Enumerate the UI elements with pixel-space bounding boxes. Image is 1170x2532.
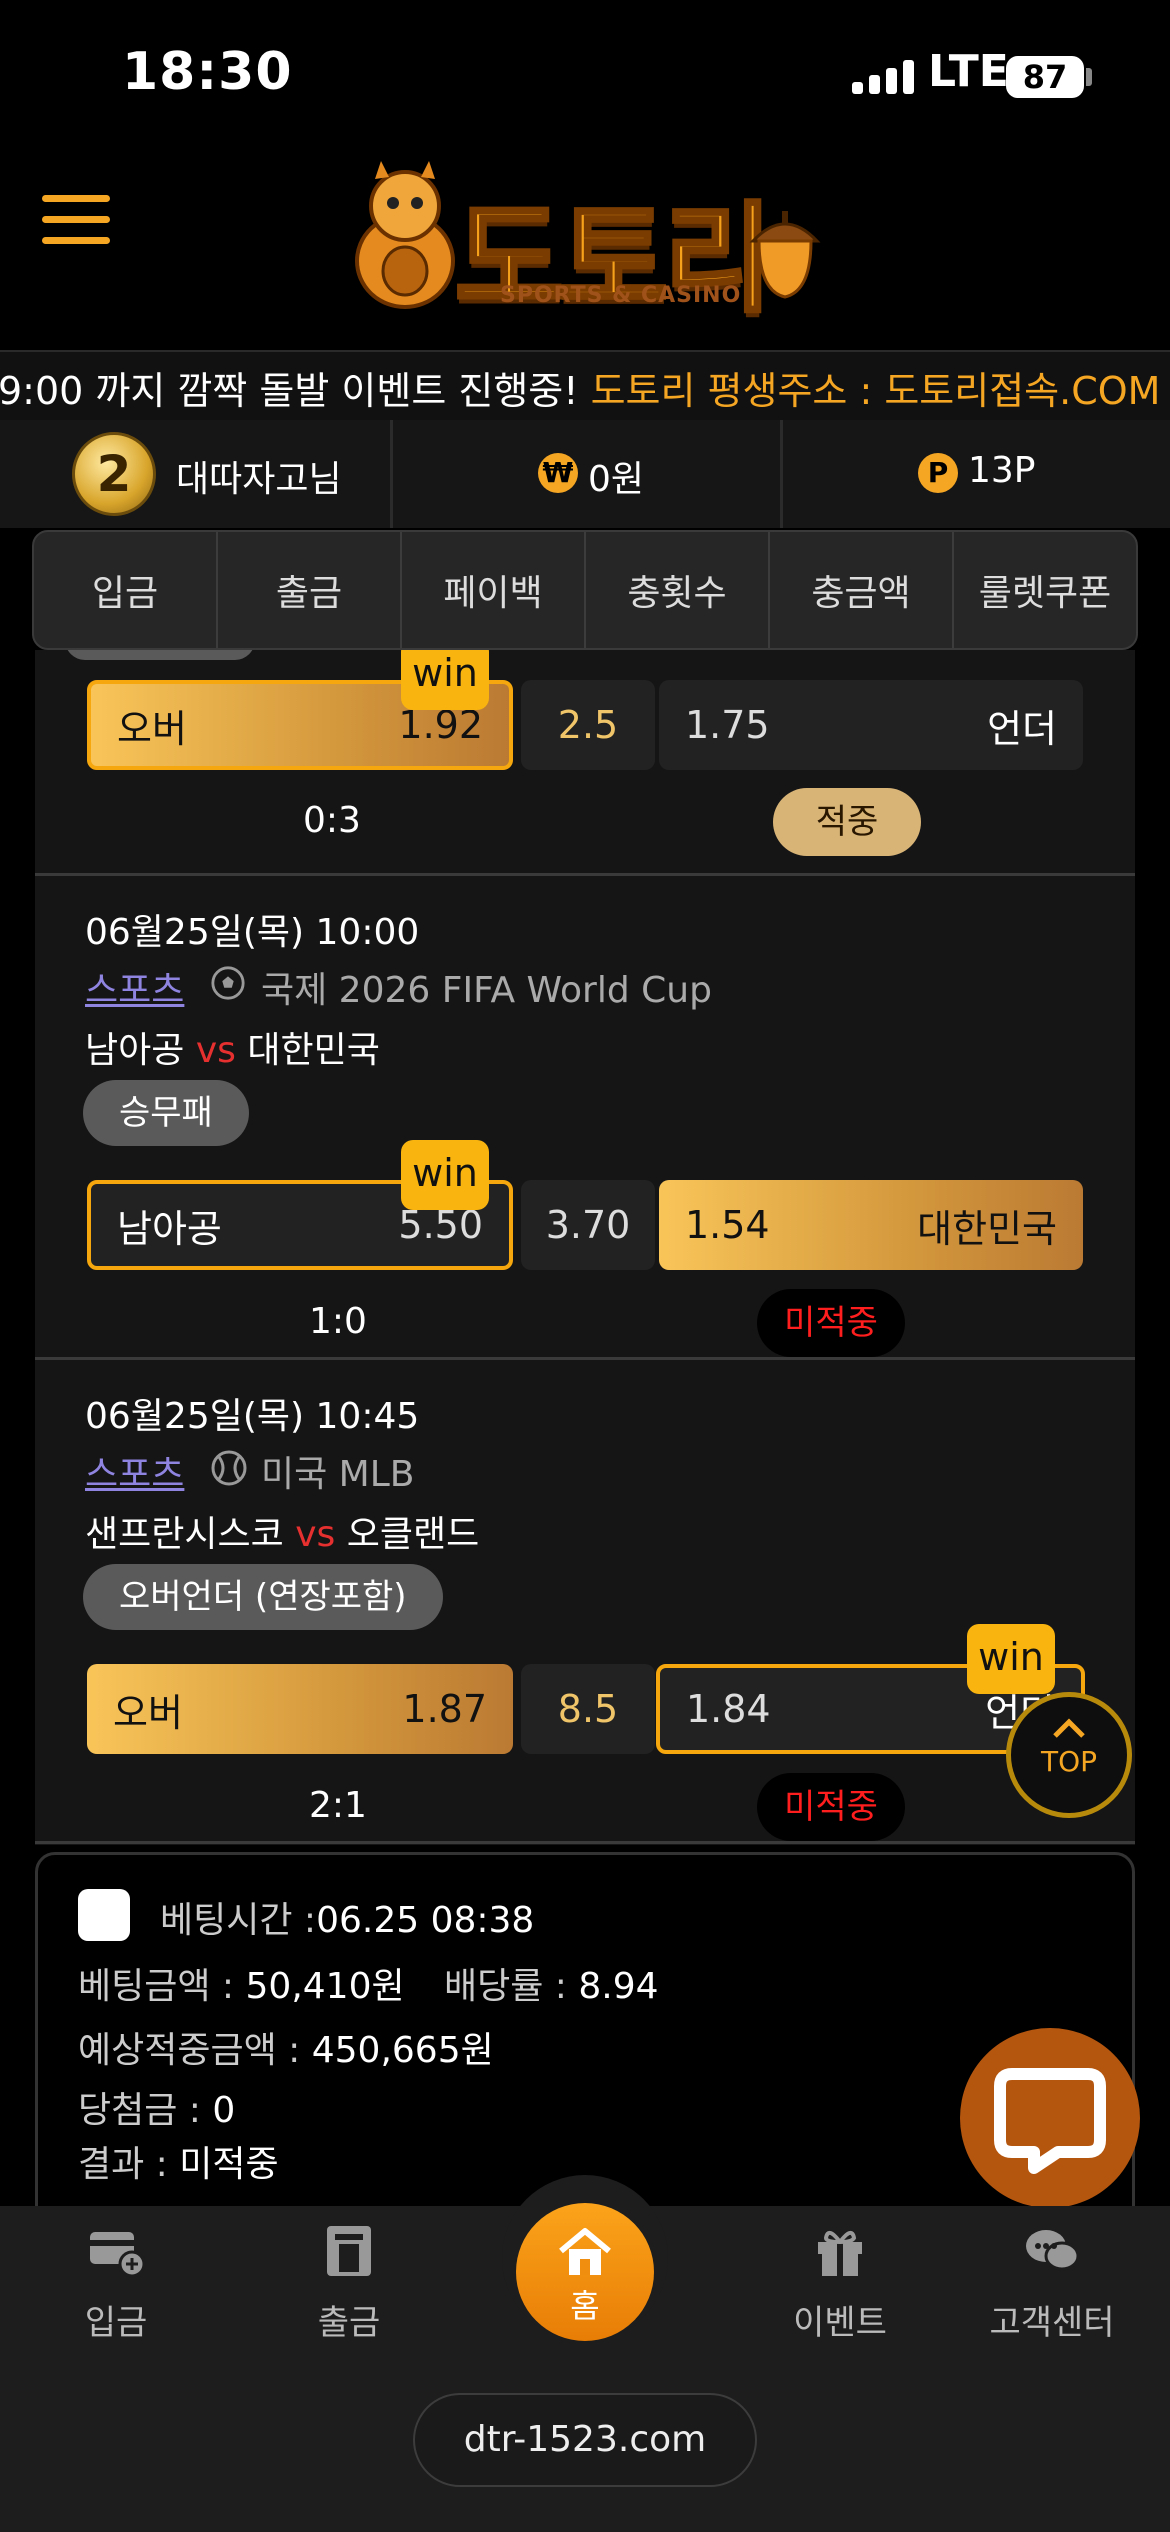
nav-withdraw[interactable]: 출금 xyxy=(259,2220,439,2344)
support-chat-icon xyxy=(1026,2230,1080,2271)
match-datetime: 06월25일(목) 10:00 xyxy=(85,912,420,953)
live-chat-button[interactable] xyxy=(960,2028,1140,2208)
acorn-icon xyxy=(749,211,821,299)
match-teams: 샌프란시스코 vs 오클랜드 xyxy=(85,1514,480,1555)
bet-rate: 배당률 : 8.94 xyxy=(444,1966,659,2007)
odds-draw[interactable]: 3.70 xyxy=(521,1180,655,1270)
match-score: 0:3 xyxy=(303,800,361,841)
league-name: 미국 MLB xyxy=(261,1454,415,1495)
tab-withdraw[interactable]: 출금 xyxy=(218,532,402,648)
user-nickname[interactable]: 대따자고님 xyxy=(176,450,342,502)
odds-away[interactable]: 1.75 언더 xyxy=(659,680,1083,770)
marquee-text: 9:00 까지 깜짝 돌발 이벤트 진행중! 도토리 평생주소 : 도토리접속.… xyxy=(0,369,1161,413)
match-datetime: 06월25일(목) 10:45 xyxy=(85,1396,420,1437)
atm-icon xyxy=(327,2226,371,2276)
category-link[interactable]: 스포츠 xyxy=(85,1445,184,1497)
tab-payback[interactable]: 페이백 xyxy=(402,532,586,648)
result-badge: 미적중 xyxy=(757,1289,905,1357)
nav-label: 출금 xyxy=(317,2303,381,2343)
nav-label: 이벤트 xyxy=(793,2303,887,2343)
point-balance[interactable]: 13P xyxy=(968,450,1036,491)
squirrel-icon xyxy=(355,161,455,309)
bet-amount: 베팅금액 : 50,410원 xyxy=(78,1966,405,2007)
status-time: 18:30 xyxy=(122,42,293,102)
bet-result: 결과 : 미적중 xyxy=(78,2144,279,2185)
bet-history-list: 오버 1.92 win 2.5 1.75 언더 0:3 적중 06월25일(목) 1… xyxy=(35,650,1135,1845)
bet-item: 06월25일(목) 10:00 스포츠 국제 2026 FIFA World C… xyxy=(35,873,1135,1360)
money-balance[interactable]: 0원 xyxy=(588,450,644,502)
nav-customer-center[interactable]: 고객센터 xyxy=(962,2220,1142,2344)
quick-menu-tabs: 입금 출금 페이백 충횟수 충금액 룰렛쿠폰 xyxy=(32,530,1138,650)
top-label: TOP xyxy=(1040,1745,1098,1778)
home-icon xyxy=(559,2228,611,2275)
nav-home[interactable]: 홈 xyxy=(516,2203,654,2341)
tab-deposit[interactable]: 입금 xyxy=(34,532,218,648)
notice-marquee: 9:00 까지 깜짝 돌발 이벤트 진행중! 도토리 평생주소 : 도토리접속.… xyxy=(0,350,1170,422)
battery-icon: 87 xyxy=(1006,56,1084,98)
bet-time: 베팅시간 :06.25 08:38 xyxy=(160,1900,535,1941)
odds-line[interactable]: 8.5 xyxy=(521,1664,655,1754)
match-score: 1:0 xyxy=(309,1301,367,1342)
logo-text: 도토리 xyxy=(453,188,775,330)
chevron-up-icon xyxy=(1053,1718,1085,1738)
scroll-top-button[interactable]: TOP xyxy=(1006,1692,1132,1818)
logo-subtitle: SPORTS & CASINO xyxy=(500,283,742,308)
select-checkbox[interactable] xyxy=(78,1889,130,1941)
network-type: LTE xyxy=(928,46,1009,97)
league-name: 국제 2026 FIFA World Cup xyxy=(261,970,712,1011)
odds-home[interactable]: 오버 1.87 xyxy=(87,1664,513,1754)
tab-charge-amount[interactable]: 충금액 xyxy=(770,532,954,648)
soccer-ball-icon xyxy=(211,966,245,1000)
tab-charge-count[interactable]: 충횟수 xyxy=(586,532,770,648)
nav-deposit[interactable]: 입금 xyxy=(26,2220,206,2344)
result-badge: 적중 xyxy=(773,788,921,856)
bet-type-pill: 오버언더 (연장포함) xyxy=(83,1564,443,1630)
won-icon: ₩ xyxy=(538,453,578,493)
nav-event[interactable]: 이벤트 xyxy=(750,2220,930,2344)
match-teams: 남아공 vs 대한민국 xyxy=(85,1030,380,1071)
baseball-icon xyxy=(211,1450,247,1486)
category-link[interactable]: 스포츠 xyxy=(85,961,184,1013)
win-badge: win xyxy=(401,1140,489,1210)
chat-bubble-icon xyxy=(994,2068,1106,2174)
win-badge: win xyxy=(401,650,489,710)
signal-icon xyxy=(852,60,916,94)
point-icon: P xyxy=(918,453,958,493)
odds-away[interactable]: 1.54 대한민국 xyxy=(659,1180,1083,1270)
deposit-card-icon xyxy=(90,2232,146,2278)
win-badge: win xyxy=(967,1624,1055,1694)
match-score: 2:1 xyxy=(309,1785,367,1826)
bet-type-pill: 승무패 xyxy=(83,1080,249,1146)
expected-amount: 예상적중금액 : 450,665원 xyxy=(78,2030,494,2071)
odds-draw-line[interactable]: 2.5 xyxy=(521,680,655,770)
menu-icon[interactable] xyxy=(42,195,110,245)
level-badge: 2 xyxy=(72,432,156,516)
prize-amount: 당첨금 : 0 xyxy=(78,2090,236,2131)
logo[interactable]: 도토리 SPORTS & CASINO xyxy=(345,155,835,330)
nav-label: 고객센터 xyxy=(989,2303,1115,2343)
nav-label: 입금 xyxy=(84,2303,148,2343)
result-badge: 미적중 xyxy=(757,1773,905,1841)
gift-icon xyxy=(818,2230,862,2276)
nav-label: 홈 xyxy=(570,2287,600,2325)
bet-item: 06월25일(목) 10:45 스포츠 미국 MLB 샌프란시스코 vs 오클랜… xyxy=(35,1357,1135,1844)
bet-type-pill-cut xyxy=(65,650,255,660)
bet-item: 오버 1.92 win 2.5 1.75 언더 0:3 적중 xyxy=(35,650,1135,876)
battery-tip xyxy=(1086,68,1092,86)
url-bar[interactable]: dtr-1523.com xyxy=(413,2393,757,2487)
tab-roulette-coupon[interactable]: 룰렛쿠폰 xyxy=(954,532,1136,648)
